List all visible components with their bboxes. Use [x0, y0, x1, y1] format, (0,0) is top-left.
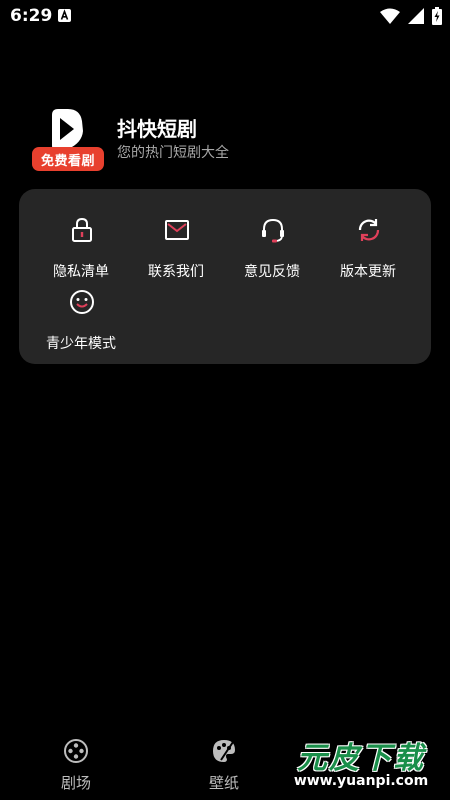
app-name: 抖快短剧	[117, 117, 197, 141]
watermark-url: www.yuanpi.com	[293, 773, 429, 789]
menu-item-contact-us[interactable]: 联系我们	[128, 203, 224, 280]
film-reel-icon	[64, 739, 88, 763]
menu-item-label: 青少年模式	[46, 336, 116, 352]
app-subtitle: 您的热门短剧大全	[117, 145, 229, 161]
lock-icon	[72, 217, 92, 242]
smile-icon	[70, 290, 94, 314]
menu-item-teen-mode[interactable]: 青少年模式	[33, 275, 129, 352]
watermark: 元皮下载 www.yuanpi.com	[276, 733, 446, 795]
app-logo: 免费看剧	[32, 107, 104, 171]
logo-badge: 免费看剧	[32, 147, 104, 171]
refresh-icon	[358, 219, 380, 241]
notification-a-icon	[58, 9, 71, 22]
status-bar: 6:29	[0, 0, 450, 32]
watermark-text: 元皮下载	[297, 741, 425, 776]
signal-icon	[408, 8, 424, 24]
nav-label: 壁纸	[208, 774, 239, 792]
nav-item-theater[interactable]: 剧场	[36, 730, 116, 800]
menu-item-version-update[interactable]: 版本更新	[320, 203, 416, 280]
menu-item-privacy-list[interactable]: 隐私清单	[33, 203, 129, 280]
status-icons	[380, 7, 442, 25]
palette-icon	[213, 740, 235, 762]
nav-label: 剧场	[60, 774, 91, 792]
menu-card: 隐私清单 联系我们 意见反馈 版本更新 青少年模式	[19, 189, 431, 364]
menu-item-label: 意见反馈	[244, 264, 300, 280]
menu-item-label: 联系我们	[148, 264, 204, 280]
battery-charging-icon	[432, 7, 442, 25]
status-time: 6:29	[10, 6, 53, 26]
screen: 6:29 免费看剧 抖快短剧 您的热门短剧大全 隐私清单 联系我们 意见反馈 版…	[0, 0, 450, 800]
headset-icon	[262, 218, 284, 243]
wifi-icon	[380, 8, 400, 24]
nav-item-wallpaper[interactable]: 壁纸	[184, 730, 264, 800]
mail-icon	[165, 220, 189, 240]
menu-item-feedback[interactable]: 意见反馈	[224, 203, 320, 280]
menu-item-label: 版本更新	[340, 264, 396, 280]
